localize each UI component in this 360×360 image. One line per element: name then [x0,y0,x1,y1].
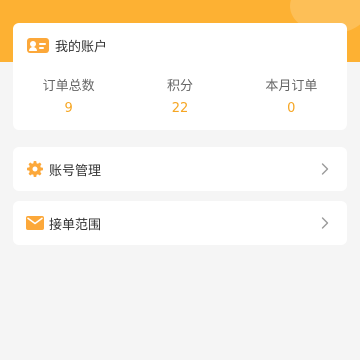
envelope-icon [26,214,44,232]
stat-points[interactable]: 积分 22 [124,78,235,118]
stat-value: 22 [171,101,189,116]
chevron-right-icon [319,163,331,175]
stat-label: 订单总数 [42,79,95,94]
account-header: 我的账户 [27,36,108,55]
stat-monthly-orders[interactable]: 本月订单 0 [236,78,347,118]
account-title: 我的账户 [55,39,108,55]
stat-value: 9 [64,101,73,116]
chevron-right-icon [319,217,331,229]
menu-item-account-management[interactable]: 账号管理 [13,147,347,191]
account-stats: 订单总数 9 积分 22 本月订单 0 [13,78,347,118]
menu-label: 账号管理 [49,163,102,179]
stat-label: 本月订单 [265,79,318,94]
menu-item-order-range[interactable]: 接单范围 [13,201,347,245]
account-card: 我的账户 订单总数 9 积分 22 本月订单 0 [13,23,347,130]
gear-icon [26,160,44,178]
stat-value: 0 [287,101,296,116]
id-card-icon [27,37,49,53]
stat-label: 积分 [166,79,193,94]
menu-label: 接单范围 [49,217,102,233]
stat-total-orders[interactable]: 订单总数 9 [13,78,124,118]
